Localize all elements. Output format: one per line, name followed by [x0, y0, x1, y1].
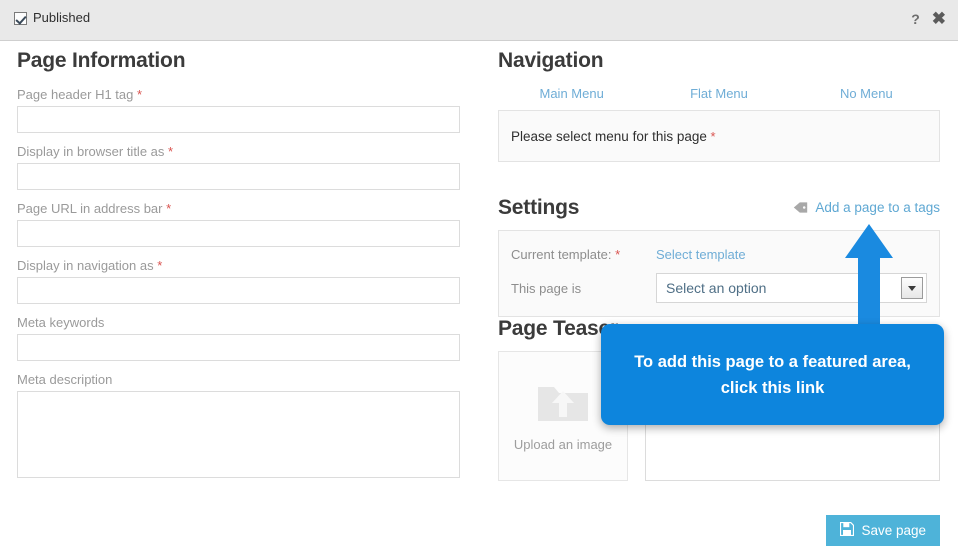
browser-title-input[interactable]	[17, 163, 460, 190]
navigation-message: Please select menu for this page	[511, 128, 707, 144]
field-page-header-h1: Page header H1 tag *	[17, 87, 460, 133]
meta-keywords-input[interactable]	[17, 334, 460, 361]
page-information-heading: Page Information	[17, 49, 186, 72]
field-label: Display in browser title as *	[17, 144, 174, 159]
required-marker: *	[706, 128, 716, 144]
this-page-is-select[interactable]: Select an option	[656, 273, 927, 303]
published-checkbox-row[interactable]: Published	[14, 11, 90, 25]
field-label: Page URL in address bar *	[17, 201, 172, 216]
meta-description-textarea[interactable]	[17, 391, 460, 478]
upload-image-icon	[536, 379, 590, 428]
select-template-link[interactable]: Select template	[656, 247, 746, 262]
navigation-title-input[interactable]	[17, 277, 460, 304]
page-header-h1-input[interactable]	[17, 106, 460, 133]
settings-heading: Settings	[498, 196, 580, 219]
help-icon[interactable]: ?	[911, 10, 920, 28]
tab-main-menu[interactable]: Main Menu	[498, 86, 645, 101]
tag-icon	[793, 201, 808, 214]
field-navigation-title: Display in navigation as *	[17, 258, 460, 304]
navigation-tabs: Main Menu Flat Menu No Menu	[498, 86, 940, 110]
field-label: Meta keywords	[17, 315, 105, 330]
settings-box: Current template: * Select template This…	[498, 230, 940, 317]
page-url-input[interactable]	[17, 220, 460, 247]
close-icon[interactable]: ✖	[932, 10, 946, 28]
this-page-is-label: This page is	[511, 280, 582, 296]
save-page-button[interactable]: Save page	[826, 515, 940, 546]
required-marker: *	[615, 247, 621, 262]
save-page-label: Save page	[861, 523, 926, 538]
field-label: Display in navigation as *	[17, 258, 163, 273]
field-label: Page header H1 tag *	[17, 87, 143, 102]
field-browser-title: Display in browser title as *	[17, 144, 460, 190]
navigation-message-box: Please select menu for this page *	[498, 110, 940, 162]
window-title-bar: Published ? ✖	[0, 0, 958, 41]
required-marker: *	[157, 258, 163, 273]
tab-flat-menu[interactable]: Flat Menu	[645, 86, 792, 101]
current-template-label: Current template: *	[511, 247, 621, 262]
window-buttons: ? ✖	[911, 10, 946, 28]
tooltip-text: To add this page to a featured area, cli…	[634, 352, 911, 397]
required-marker: *	[166, 201, 172, 216]
required-marker: *	[137, 87, 143, 102]
page-information-panel: Page Information Page header H1 tag * Di…	[17, 49, 460, 489]
add-page-to-tags-link-wrap[interactable]: Add a page to a tags	[793, 200, 940, 215]
field-page-url: Page URL in address bar *	[17, 201, 460, 247]
field-meta-description: Meta description	[17, 372, 460, 478]
navigation-heading: Navigation	[498, 49, 604, 72]
settings-header-row: Settings Add a page to a tags	[498, 196, 940, 220]
field-label: Meta description	[17, 372, 113, 387]
onboarding-tooltip: To add this page to a featured area, cli…	[601, 324, 944, 425]
current-template-row: Current template: * Select template	[511, 242, 927, 267]
field-meta-keywords: Meta keywords	[17, 315, 460, 361]
save-floppy-icon	[840, 521, 855, 539]
add-page-to-tags-link[interactable]: Add a page to a tags	[815, 200, 940, 215]
chevron-down-icon[interactable]	[901, 277, 923, 299]
published-label: Published	[33, 10, 91, 25]
published-checkbox[interactable]	[14, 11, 27, 25]
upload-image-label: Upload an image	[513, 437, 613, 452]
required-marker: *	[168, 144, 174, 159]
select-selected-value: Select an option	[666, 280, 767, 296]
tab-no-menu[interactable]: No Menu	[793, 86, 940, 101]
this-page-is-row: This page is Select an option	[511, 273, 927, 303]
